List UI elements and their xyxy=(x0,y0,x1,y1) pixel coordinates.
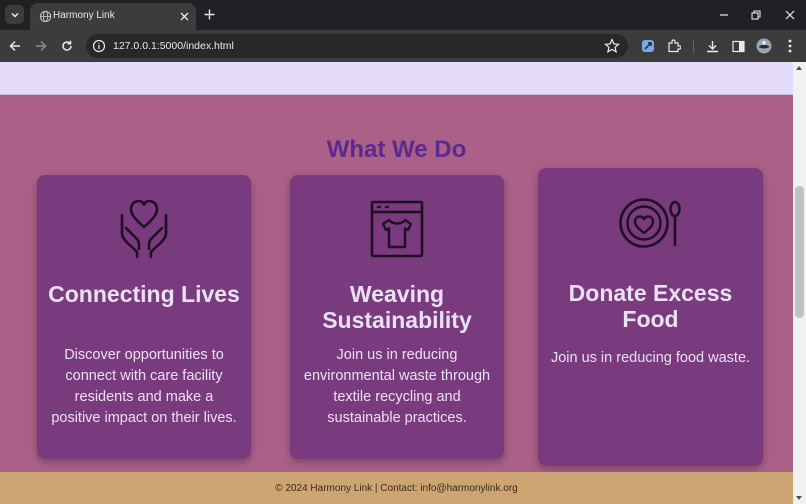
scroll-down-arrow-icon[interactable] xyxy=(796,496,802,500)
url-text: 127.0.0.1:5000/index.html xyxy=(113,40,234,52)
extension-badge-icon xyxy=(642,40,654,52)
plus-icon xyxy=(204,9,214,19)
plate-heart-spoon-icon xyxy=(618,198,681,248)
service-card-weaving-sustainability[interactable]: Weaving Sustainability Join us in reduci… xyxy=(290,175,504,459)
restore-button[interactable] xyxy=(747,6,765,24)
card-title: Weaving Sustainability xyxy=(322,281,472,333)
star-icon[interactable] xyxy=(604,38,620,54)
service-card-donate-excess-food[interactable]: Donate Excess Food Join us in reducing f… xyxy=(538,168,763,466)
globe-icon xyxy=(39,10,52,23)
browser-tab[interactable]: Harmony Link xyxy=(30,3,196,30)
tab-title: Harmony Link xyxy=(53,10,115,21)
service-card-connecting-lives[interactable]: Connecting Lives Discover opportunities … xyxy=(37,175,251,459)
minimize-icon xyxy=(720,14,728,16)
card-description: Join us in reducing food waste. xyxy=(550,350,751,366)
close-icon xyxy=(785,10,795,20)
menu-button[interactable] xyxy=(781,37,799,55)
arrow-left-icon xyxy=(9,40,20,52)
tab-close-button[interactable] xyxy=(176,8,192,24)
card-title: Connecting Lives xyxy=(48,281,240,307)
restore-icon xyxy=(751,10,761,20)
tshirt-frame-icon xyxy=(370,200,424,258)
toolbar-divider xyxy=(693,40,694,53)
chevron-down-icon xyxy=(10,12,19,18)
back-button[interactable] xyxy=(6,37,24,55)
hands-heart-icon xyxy=(120,199,168,259)
card-description: Discover opportunities to connect with c… xyxy=(51,347,237,426)
tab-strip: Harmony Link xyxy=(0,0,806,30)
download-icon xyxy=(706,40,718,52)
downloads-button[interactable] xyxy=(703,37,721,55)
reload-icon xyxy=(62,40,72,51)
browser-toolbar: 127.0.0.1:5000/index.html xyxy=(0,30,806,62)
profile-button[interactable] xyxy=(755,37,773,55)
tab-search-button[interactable] xyxy=(5,5,24,24)
card-title: Donate Excess Food xyxy=(568,280,733,332)
forward-button[interactable] xyxy=(32,37,50,55)
scrollbar-thumb[interactable] xyxy=(795,186,804,318)
reload-button[interactable] xyxy=(58,37,76,55)
extension-button[interactable] xyxy=(639,37,657,55)
page-footer: © 2024 Harmony Link | Contact: info@harm… xyxy=(0,472,793,504)
scroll-up-arrow-icon[interactable] xyxy=(796,66,802,70)
minimize-button[interactable] xyxy=(715,6,733,24)
info-icon[interactable] xyxy=(92,39,106,53)
more-vertical-icon xyxy=(788,39,792,53)
section-title: What We Do xyxy=(326,136,467,163)
side-panel-button[interactable] xyxy=(729,37,747,55)
avatar-icon xyxy=(756,38,772,54)
header-band xyxy=(0,62,793,95)
page-viewport: What We Do Connecting Lives Discover opp… xyxy=(0,62,793,504)
arrow-right-icon xyxy=(36,40,47,52)
address-bar[interactable]: 127.0.0.1:5000/index.html xyxy=(86,34,628,58)
footer-text: © 2024 Harmony Link | Contact: info@harm… xyxy=(275,482,518,494)
vertical-scrollbar[interactable] xyxy=(793,62,806,504)
puzzle-icon xyxy=(668,39,681,53)
side-panel-icon xyxy=(731,40,745,52)
new-tab-button[interactable] xyxy=(201,6,217,22)
card-description: Join us in reducing environmental waste … xyxy=(303,347,491,426)
close-window-button[interactable] xyxy=(781,6,799,24)
close-icon xyxy=(180,12,188,20)
extensions-button[interactable] xyxy=(665,37,683,55)
